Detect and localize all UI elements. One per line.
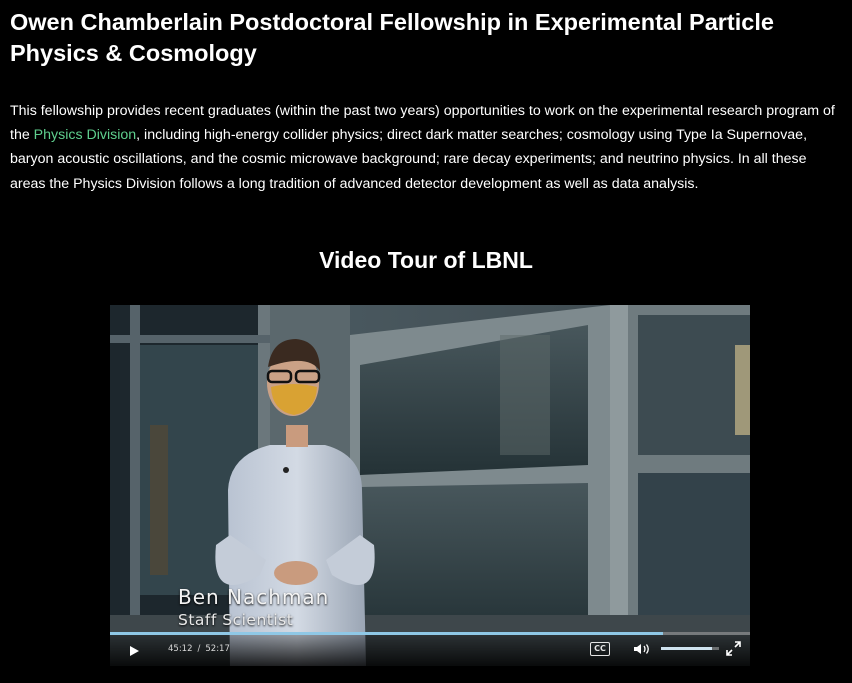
page-title: Owen Chamberlain Postdoctoral Fellowship… <box>10 9 774 66</box>
video-heading: Video Tour of LBNL <box>319 247 533 273</box>
physics-division-link[interactable]: Physics Division <box>34 127 137 143</box>
caption-role: Staff Scientist <box>178 611 294 629</box>
volume-slider-fill <box>661 647 713 650</box>
closed-captions-button[interactable]: CC <box>590 642 610 656</box>
video-controls: 45:12/52:17 CC <box>110 632 750 666</box>
volume-slider[interactable] <box>661 647 719 650</box>
current-time: 45:12 <box>168 644 193 654</box>
play-icon[interactable] <box>127 644 141 658</box>
time-display: 45:12/52:17 <box>168 644 230 654</box>
fullscreen-icon[interactable] <box>726 641 741 656</box>
progress-bar[interactable] <box>110 632 750 635</box>
total-duration: 52:17 <box>205 644 230 654</box>
progress-bar-fill <box>110 632 663 635</box>
intro-paragraph: This fellowship provides recent graduate… <box>10 99 842 196</box>
video-player[interactable]: Ben Nachman Staff Scientist 45:12/52:17 … <box>110 305 750 666</box>
volume-icon[interactable] <box>633 642 653 656</box>
caption-name: Ben Nachman <box>178 585 330 609</box>
